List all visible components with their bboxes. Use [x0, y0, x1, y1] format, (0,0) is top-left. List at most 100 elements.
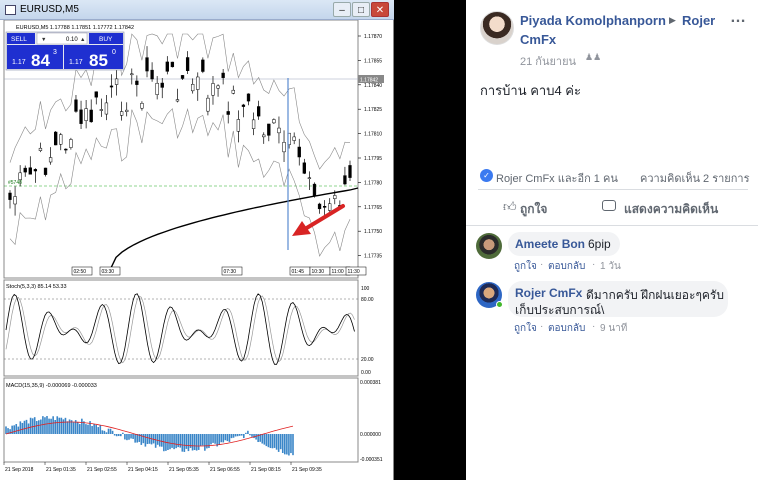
- separator: ·: [592, 321, 596, 332]
- time-tick-label: 01:45: [292, 269, 305, 275]
- macd-histogram-bar: [91, 425, 93, 434]
- maximize-button[interactable]: □: [352, 2, 370, 17]
- macd-histogram-bar: [243, 434, 245, 439]
- macd-histogram-bar: [122, 432, 124, 434]
- minimize-button[interactable]: –: [333, 2, 351, 17]
- candle-body: [33, 169, 38, 172]
- comment-reply-link[interactable]: ตอบกลับ: [548, 321, 585, 336]
- comment-time[interactable]: 9 นาที: [600, 321, 627, 336]
- macd-histogram-bar: [52, 416, 54, 434]
- mt4-window: EURUSD,M5 – □ ✕ EURUSD,M5 1.17788 1.1785…: [0, 0, 394, 480]
- price-chart[interactable]: EURUSD,M5 1.17788 1.17851 1.17772 1.1784…: [0, 20, 394, 480]
- separator: ·: [540, 321, 544, 332]
- candle-body: [150, 69, 154, 80]
- commenter-avatar[interactable]: [476, 233, 502, 259]
- macd-histogram-bar: [226, 434, 229, 442]
- price-tick-label: 1.17825: [364, 107, 382, 113]
- candle-body: [119, 111, 124, 116]
- buy-label: BUY: [99, 36, 113, 43]
- comments-count[interactable]: ความคิดเห็น 2 รายการ: [640, 169, 750, 187]
- candle-body: [180, 75, 185, 79]
- candle-body: [277, 127, 281, 134]
- separator: ·: [592, 259, 596, 270]
- candle-body: [246, 93, 251, 102]
- author-avatar[interactable]: [480, 11, 514, 45]
- candle-body: [282, 142, 286, 153]
- candle-body: [201, 59, 205, 72]
- candle-body: [231, 89, 235, 94]
- macd-histogram-bar: [136, 434, 138, 443]
- close-button[interactable]: ✕: [371, 2, 389, 17]
- one-click-trading-panel[interactable]: SELL 0.10 ▼ ▲ BUY 1.17 84 3 1.17 85 0: [5, 31, 125, 71]
- macd-histogram-bar: [281, 434, 284, 454]
- macd-histogram-bar: [261, 434, 264, 444]
- macd-histogram-bar: [236, 434, 239, 437]
- candle-body: [165, 61, 169, 72]
- candle-body: [317, 203, 322, 210]
- macd-histogram-bar: [105, 432, 108, 434]
- macd-histogram-bar: [253, 434, 255, 439]
- macd-histogram-bar: [183, 434, 186, 452]
- comment-like-link[interactable]: ถูกใจ: [514, 259, 537, 274]
- time-axis: 21 Sep 2018 21 Sep 01:35 21 Sep 02:55 21 Se…: [3, 462, 322, 473]
- macd-histogram-bar: [263, 434, 266, 445]
- candle-body: [28, 167, 32, 175]
- commenter-name[interactable]: Rojer CmFx: [515, 286, 582, 300]
- macd-histogram-bar: [117, 434, 120, 437]
- macd-histogram-bar: [161, 434, 163, 447]
- online-status-dot: [496, 301, 503, 308]
- macd-histogram-bar: [290, 434, 292, 454]
- candle-body: [69, 139, 73, 148]
- comment-button[interactable]: แสดงความคิดเห็น: [598, 192, 748, 222]
- macd-histogram-bar: [179, 434, 182, 448]
- macd-tick-label: 0.000381: [360, 380, 381, 386]
- macd-histogram-bar: [124, 434, 126, 440]
- stoch-label: Stoch(5,3,3) 85.14 53.33: [6, 284, 67, 290]
- comment-time[interactable]: 1 วัน: [600, 259, 621, 274]
- lot-up-icon[interactable]: ▲: [80, 37, 85, 43]
- time-axis-label: 21 Sep 04:15: [128, 467, 158, 473]
- macd-histogram-bar: [79, 424, 81, 434]
- candle-body: [74, 99, 78, 112]
- candle-body: [267, 123, 271, 136]
- stoch-tick-label: 0.00: [361, 370, 371, 376]
- comment-like-link[interactable]: ถูกใจ: [514, 321, 537, 336]
- price-tick-label: 1.17870: [364, 34, 382, 40]
- candle-body: [8, 192, 12, 200]
- macd-histogram-bar: [15, 424, 18, 434]
- macd-histogram-bar: [269, 434, 272, 449]
- price-tick-label: 1.17855: [364, 58, 382, 64]
- lot-value: 0.10: [66, 37, 78, 43]
- macd-histogram-bar: [265, 434, 268, 447]
- macd-histogram-bar: [206, 434, 208, 449]
- post-author-name[interactable]: Piyada Komolphanporn: [520, 13, 666, 28]
- candle-body: [109, 85, 114, 88]
- comment-reply-link[interactable]: ตอบกลับ: [548, 259, 585, 274]
- candle-body: [226, 111, 230, 115]
- mt4-titlebar[interactable]: EURUSD,M5 – □ ✕: [0, 0, 394, 20]
- candle-body: [216, 85, 220, 89]
- macd-histogram-bar: [85, 424, 87, 434]
- buy-price-prefix: 1.17: [69, 59, 83, 66]
- candle-body: [59, 134, 63, 145]
- post-date[interactable]: 21 กันยายน: [520, 52, 576, 70]
- like-button-label: ถูกใจ: [520, 202, 548, 216]
- more-options-icon[interactable]: …: [730, 9, 747, 27]
- macd-histogram-bar: [238, 434, 241, 436]
- macd-histogram-bar: [163, 434, 165, 452]
- macd-histogram-bar: [83, 421, 85, 434]
- macd-histogram-bar: [109, 428, 112, 434]
- macd-histogram-bar: [95, 424, 97, 434]
- lot-down-icon[interactable]: ▼: [41, 37, 46, 43]
- post-page-name[interactable]: Rojer: [682, 13, 715, 28]
- macd-histogram-bar: [148, 434, 151, 444]
- macd-histogram-bar: [144, 434, 147, 447]
- like-button[interactable]: 👍︎ ถูกใจ: [480, 192, 610, 222]
- macd-histogram-bar: [210, 434, 212, 445]
- sell-price-sup: 3: [53, 49, 57, 56]
- macd-histogram-bar: [154, 434, 157, 448]
- stoch-tick-label: 20.00: [361, 357, 374, 363]
- commenter-name[interactable]: Ameete Bon: [515, 237, 585, 251]
- reactions-summary[interactable]: Rojer CmFx และอีก 1 คน: [496, 169, 618, 187]
- post-page-name-line2[interactable]: CmFx: [520, 32, 556, 47]
